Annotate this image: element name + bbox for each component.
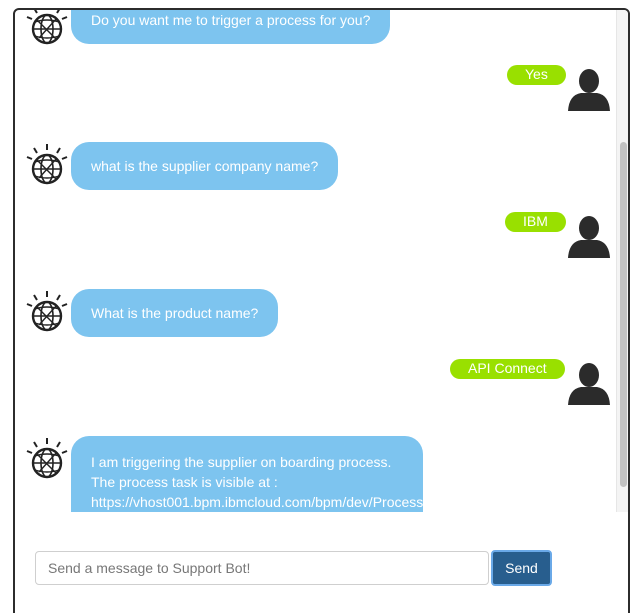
message-text: Do you want me to trigger a process for … xyxy=(91,12,371,28)
bot-message-bubble: What is the product name? xyxy=(71,289,279,337)
person-silhouette-icon xyxy=(568,216,610,258)
bot-message-bubble: what is the supplier company name? xyxy=(71,142,339,190)
send-button[interactable]: Send xyxy=(491,550,552,586)
globe-icon xyxy=(25,142,69,185)
message-text: What is the product name? xyxy=(91,305,259,321)
person-silhouette-icon xyxy=(568,69,610,111)
user-message-pill: API Connect xyxy=(450,359,565,379)
globe-icon xyxy=(25,289,69,332)
globe-icon xyxy=(25,10,69,45)
message-text: The process task is visible at : xyxy=(91,474,278,490)
bot-message-bubble: Do you want me to trigger a process for … xyxy=(71,10,391,44)
globe-icon xyxy=(25,436,69,479)
message-input[interactable] xyxy=(35,551,489,585)
chat-transcript[interactable]: Do you want me to trigger a process for … xyxy=(15,10,628,512)
chat-scrollbar[interactable] xyxy=(616,10,628,512)
user-message-pill: IBM xyxy=(505,212,566,232)
bot-message-bubble: I am triggering the supplier on boarding… xyxy=(71,436,423,512)
message-text: I am triggering the supplier on boarding… xyxy=(91,454,392,470)
message-composer: Send xyxy=(15,540,628,590)
user-message-pill: Yes xyxy=(507,65,566,85)
message-link[interactable]: https://vhost001.bpm.ibmcloud.com/bpm/de… xyxy=(91,492,423,512)
person-silhouette-icon xyxy=(568,363,610,405)
message-text: what is the supplier company name? xyxy=(91,158,319,174)
scrollbar-thumb[interactable] xyxy=(620,142,627,487)
chat-window: Do you want me to trigger a process for … xyxy=(13,8,630,613)
